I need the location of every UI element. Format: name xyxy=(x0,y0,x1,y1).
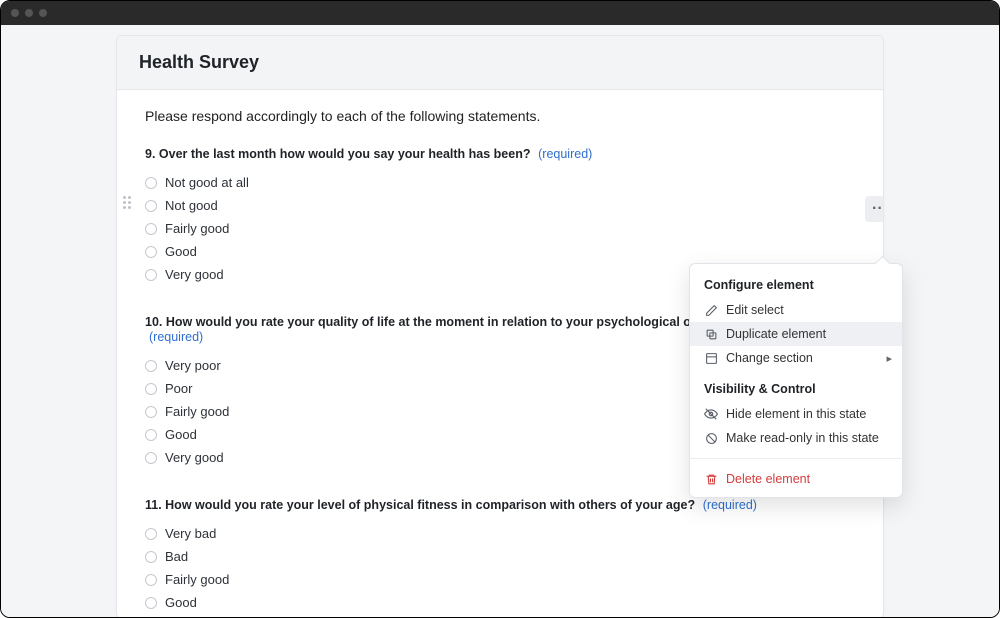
radio-icon[interactable] xyxy=(145,200,157,212)
app-window: Health Survey Please respond accordingly… xyxy=(0,0,1000,618)
radio-option[interactable]: Bad xyxy=(145,545,855,568)
radio-option[interactable]: Fairly good xyxy=(145,217,855,240)
menu-item-label: Edit select xyxy=(726,303,784,317)
option-label: Good xyxy=(165,595,197,610)
question-label-wrap: 9. Over the last month how would you say… xyxy=(145,146,855,161)
radio-option[interactable]: Good xyxy=(145,591,855,614)
menu-item-label: Change section xyxy=(726,351,813,365)
duplicate-icon xyxy=(704,327,718,341)
page-title: Health Survey xyxy=(139,52,861,73)
radio-icon[interactable] xyxy=(145,406,157,418)
survey-card-header: Health Survey xyxy=(117,36,883,90)
window-title-bar xyxy=(1,1,999,25)
option-label: Fairly good xyxy=(165,404,229,419)
menu-item-label: Delete element xyxy=(726,472,810,486)
traffic-light-minimize[interactable] xyxy=(25,9,33,17)
radio-option[interactable]: Not good xyxy=(145,194,855,217)
chevron-right-icon: ▸ xyxy=(886,352,892,365)
question-block[interactable]: 11. How would you rate your level of phy… xyxy=(145,497,855,614)
radio-icon[interactable] xyxy=(145,551,157,563)
radio-icon[interactable] xyxy=(145,269,157,281)
radio-option[interactable]: Fairly good xyxy=(145,568,855,591)
option-label: Poor xyxy=(165,381,192,396)
block-icon xyxy=(704,431,718,445)
radio-icon[interactable] xyxy=(145,383,157,395)
more-options-button[interactable]: ··· xyxy=(865,196,883,222)
option-label: Fairly good xyxy=(165,572,229,587)
option-label: Very poor xyxy=(165,358,221,373)
radio-icon[interactable] xyxy=(145,246,157,258)
radio-icon[interactable] xyxy=(145,574,157,586)
menu-item-hide[interactable]: Hide element in this state xyxy=(690,402,902,426)
drag-handle-icon[interactable] xyxy=(123,196,135,209)
radio-icon[interactable] xyxy=(145,429,157,441)
menu-item-delete[interactable]: Delete element xyxy=(690,467,902,491)
options-list: Very bad Bad Fairly good Good xyxy=(145,522,855,614)
context-menu: Configure element Edit select Duplicate e… xyxy=(689,263,903,498)
trash-icon xyxy=(704,472,718,486)
traffic-light-zoom[interactable] xyxy=(39,9,47,17)
menu-item-change-section[interactable]: Change section ▸ xyxy=(690,346,902,370)
question-label: 11. How would you rate your level of phy… xyxy=(145,498,695,512)
radio-icon[interactable] xyxy=(145,528,157,540)
traffic-light-close[interactable] xyxy=(11,9,19,17)
pencil-icon xyxy=(704,303,718,317)
radio-option[interactable]: Good xyxy=(145,240,855,263)
option-label: Not good at all xyxy=(165,175,249,190)
required-tag: (required) xyxy=(703,498,757,512)
intro-text: Please respond accordingly to each of th… xyxy=(145,108,855,124)
menu-item-edit[interactable]: Edit select xyxy=(690,298,902,322)
option-label: Very bad xyxy=(165,526,216,541)
menu-item-label: Hide element in this state xyxy=(726,407,866,421)
radio-option[interactable]: Not good at all xyxy=(145,171,855,194)
radio-icon[interactable] xyxy=(145,177,157,189)
menu-item-duplicate[interactable]: Duplicate element xyxy=(690,322,902,346)
option-label: Very good xyxy=(165,267,224,282)
option-label: Good xyxy=(165,427,197,442)
radio-icon[interactable] xyxy=(145,597,157,609)
stage: Health Survey Please respond accordingly… xyxy=(1,25,999,618)
required-tag: (required) xyxy=(149,330,203,344)
menu-item-label: Duplicate element xyxy=(726,327,826,341)
option-label: Bad xyxy=(165,549,188,564)
required-tag: (required) xyxy=(538,147,592,161)
menu-item-readonly[interactable]: Make read-only in this state xyxy=(690,426,902,450)
radio-icon[interactable] xyxy=(145,360,157,372)
eye-off-icon xyxy=(704,407,718,421)
radio-icon[interactable] xyxy=(145,452,157,464)
question-label-wrap: 11. How would you rate your level of phy… xyxy=(145,497,855,512)
radio-option[interactable]: Very bad xyxy=(145,522,855,545)
menu-divider xyxy=(690,458,902,459)
menu-item-label: Make read-only in this state xyxy=(726,431,879,445)
option-label: Fairly good xyxy=(165,221,229,236)
section-icon xyxy=(704,351,718,365)
menu-section-title-configure: Configure element xyxy=(690,274,902,298)
option-label: Good xyxy=(165,244,197,259)
option-label: Very good xyxy=(165,450,224,465)
radio-icon[interactable] xyxy=(145,223,157,235)
question-label: 9. Over the last month how would you say… xyxy=(145,147,531,161)
menu-section-title-visibility: Visibility & Control xyxy=(690,378,902,402)
option-label: Not good xyxy=(165,198,218,213)
